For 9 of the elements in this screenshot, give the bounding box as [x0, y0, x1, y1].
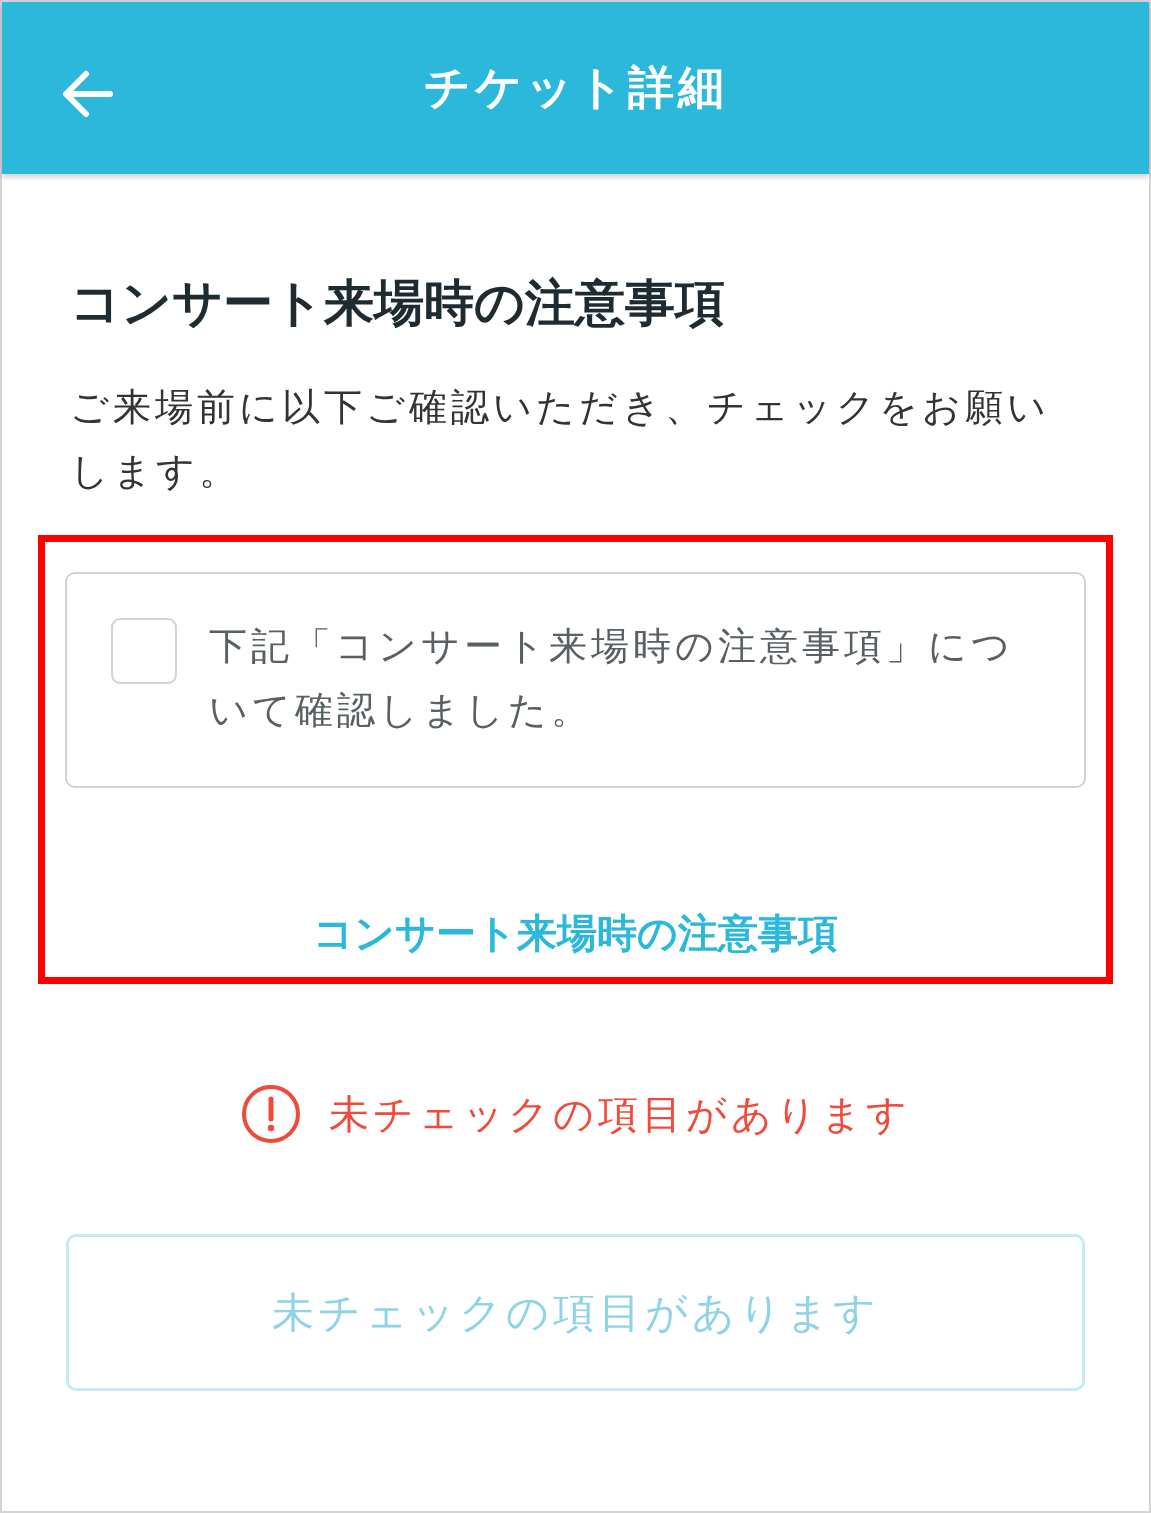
- page-title: チケット詳細: [423, 59, 728, 116]
- back-arrow-icon[interactable]: [60, 70, 114, 118]
- alert-icon: [240, 1084, 301, 1144]
- instruction-text: ご来場前に以下ご確認いただき、チェックをお願いします。: [70, 384, 1051, 495]
- error-message: 未チェックの項目があります: [328, 1089, 911, 1139]
- checkbox[interactable]: [111, 618, 177, 684]
- section-heading: コンサート来場時の注意事項: [70, 273, 726, 334]
- checkbox-label: 下記「コンサート来場時の注意事項」について確認しました。: [209, 623, 1014, 734]
- notice-link[interactable]: コンサート来場時の注意事項: [313, 906, 838, 961]
